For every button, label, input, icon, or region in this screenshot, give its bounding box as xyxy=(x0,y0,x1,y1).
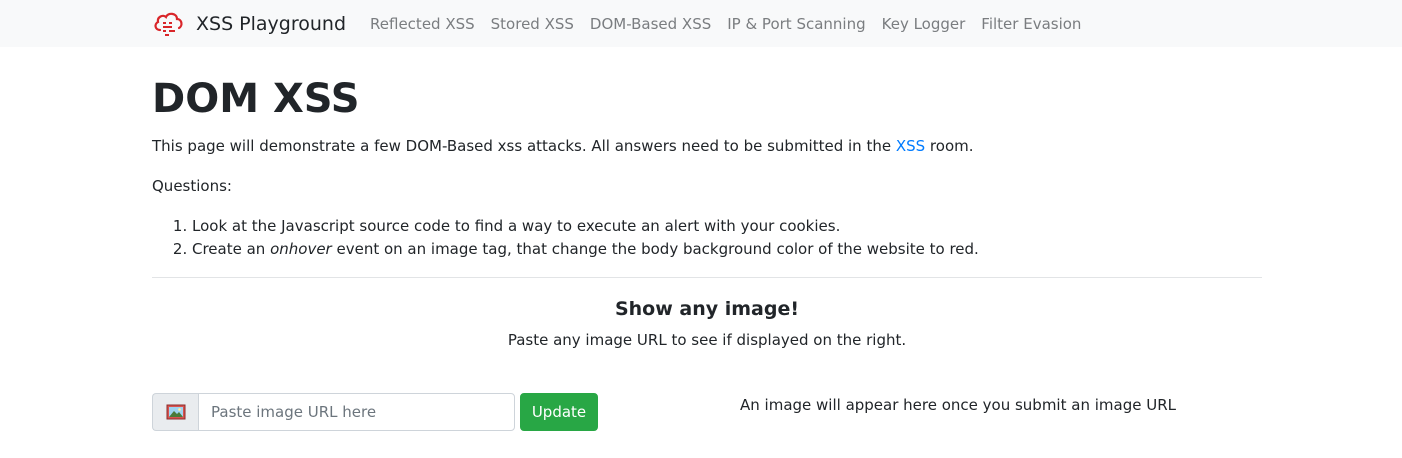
top-navbar: XSS Playground Reflected XSS Stored XSS … xyxy=(0,0,1402,47)
nav-link-key-logger[interactable]: Key Logger xyxy=(882,15,966,33)
intro-text: This page will demonstrate a few DOM-Bas… xyxy=(152,135,1262,157)
image-icon xyxy=(152,393,198,431)
nav-link-dom-based-xss[interactable]: DOM-Based XSS xyxy=(590,15,711,33)
nav-link-ip-port-scanning[interactable]: IP & Port Scanning xyxy=(727,15,865,33)
nav-link-filter-evasion[interactable]: Filter Evasion xyxy=(981,15,1081,33)
cloud-logo-icon xyxy=(154,12,183,36)
image-url-form: Update An image will appear here once yo… xyxy=(152,393,1262,431)
main-content: DOM XSS This page will demonstrate a few… xyxy=(0,76,1262,431)
update-button[interactable]: Update xyxy=(520,393,598,431)
brand-link[interactable]: XSS Playground xyxy=(152,8,346,40)
page-title: DOM XSS xyxy=(152,76,360,122)
question-2-emphasis: onhover xyxy=(270,240,332,258)
image-url-input[interactable] xyxy=(198,393,515,431)
questions-list: Look at the Javascript source code to fi… xyxy=(152,215,1262,261)
image-section-subtitle: Paste any image URL to see if displayed … xyxy=(507,331,907,349)
intro-text-start: This page will demonstrate a few DOM-Bas… xyxy=(152,137,896,155)
questions-label: Questions: xyxy=(152,177,232,195)
xss-room-link[interactable]: XSS xyxy=(896,137,925,155)
image-placeholder-text: An image will appear here once you submi… xyxy=(740,396,1176,414)
question-2-start: Create an xyxy=(192,240,271,258)
nav-link-reflected-xss[interactable]: Reflected XSS xyxy=(370,15,475,33)
brand-title: XSS Playground xyxy=(196,12,347,35)
question-1: Look at the Javascript source code to fi… xyxy=(192,215,1262,238)
section-divider xyxy=(152,277,1262,278)
nav-link-stored-xss[interactable]: Stored XSS xyxy=(491,15,574,33)
intro-text-end: room. xyxy=(925,137,974,155)
image-section-title: Show any image! xyxy=(614,298,800,320)
question-2: Create an onhover event on an image tag,… xyxy=(192,238,1262,261)
question-2-end: event on an image tag, that change the b… xyxy=(331,240,979,258)
image-url-input-group xyxy=(152,393,515,431)
